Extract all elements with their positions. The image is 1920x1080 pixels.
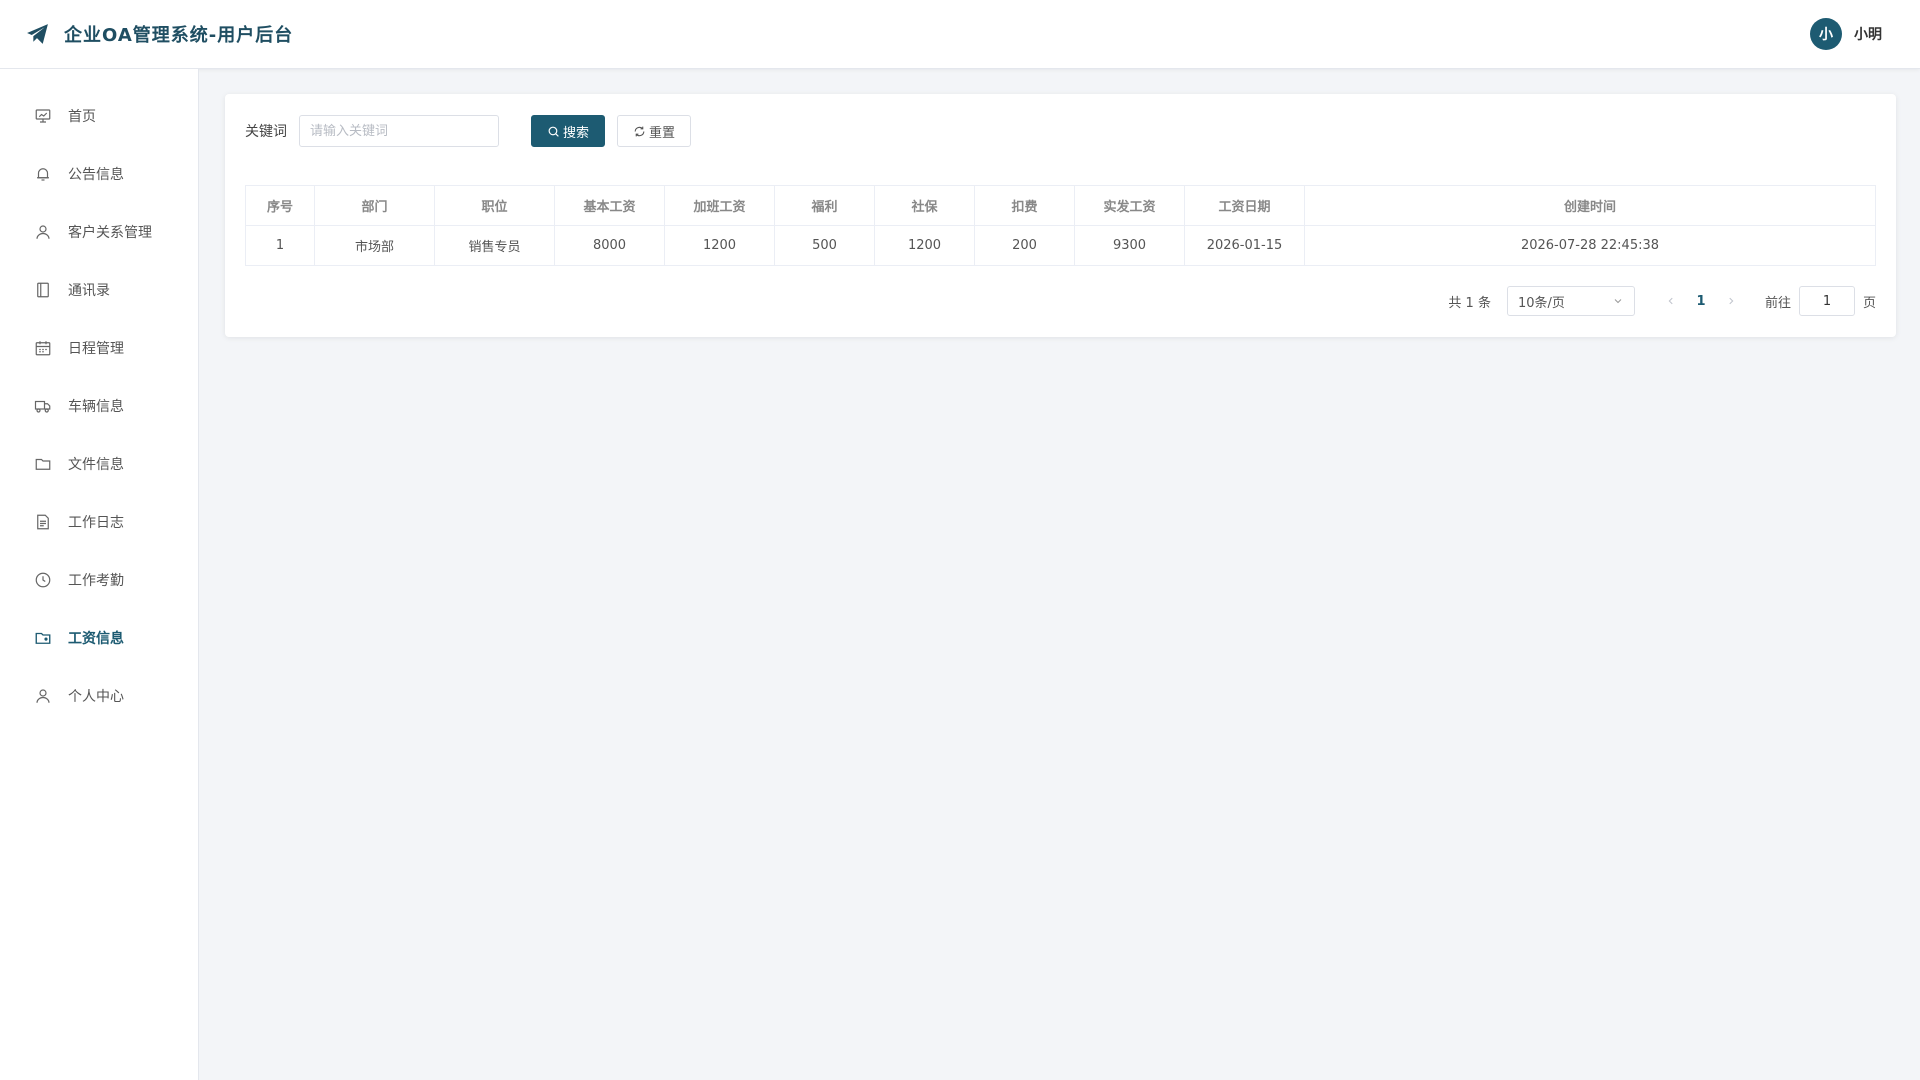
sidebar-item-label: 工作考勤	[68, 573, 124, 589]
column-header: 部门	[314, 185, 435, 226]
sidebar-item-contacts[interactable]: 通讯录	[0, 261, 198, 319]
sidebar-item-label: 通讯录	[68, 283, 110, 299]
folder-icon	[34, 455, 52, 473]
reset-button-label: 重置	[648, 125, 675, 141]
column-header: 加班工资	[664, 185, 775, 226]
sidebar-item-notice[interactable]: 公告信息	[0, 145, 198, 203]
sidebar-item-label: 工资信息	[68, 631, 124, 647]
search-button[interactable]: 搜索	[531, 115, 605, 147]
search-button-label: 搜索	[562, 125, 589, 141]
table-cell: 销售专员	[434, 225, 555, 266]
salary-table-wrapper: 序号 部门 职位 基本工资 加班工资 福利 社保 扣费 实发工资 工资日期 创建…	[245, 185, 1876, 266]
salary-table: 序号 部门 职位 基本工资 加班工资 福利 社保 扣费 实发工资 工资日期 创建…	[245, 185, 1876, 266]
goto-label: 前往	[1764, 295, 1791, 311]
column-header: 职位	[434, 185, 555, 226]
sidebar-item-salary[interactable]: 工资信息	[0, 609, 198, 667]
paper-plane-icon	[25, 22, 50, 47]
column-header: 创建时间	[1304, 185, 1876, 226]
table-cell: 8000	[554, 225, 665, 266]
table-cell: 500	[774, 225, 875, 266]
page-size-value: 10条/页	[1517, 295, 1565, 311]
sidebar-item-label: 车辆信息	[68, 399, 124, 415]
table-cell: 市场部	[314, 225, 435, 266]
sidebar-item-label: 日程管理	[68, 341, 124, 357]
notebook-icon	[34, 281, 52, 299]
avatar[interactable]: 小	[1810, 18, 1842, 50]
table-cell: 1	[245, 225, 315, 266]
table-cell: 2026-01-15	[1184, 225, 1305, 266]
reset-button[interactable]: 重置	[617, 115, 691, 147]
table-header-row: 序号 部门 职位 基本工资 加班工资 福利 社保 扣费 实发工资 工资日期 创建…	[245, 185, 1876, 226]
sidebar: 首页 公告信息 客户关系管理 通讯录 日程管理 车辆信息 文件信息 工作日志 工…	[0, 69, 199, 1080]
chevron-down-icon	[1612, 295, 1624, 307]
sidebar-menu: 首页 公告信息 客户关系管理 通讯录 日程管理 车辆信息 文件信息 工作日志 工…	[0, 69, 198, 725]
sidebar-item-label: 客户关系管理	[68, 225, 152, 241]
column-header: 工资日期	[1184, 185, 1305, 226]
user-icon	[34, 223, 52, 241]
goto-page-input[interactable]	[1798, 286, 1855, 316]
search-input[interactable]	[299, 115, 499, 147]
next-page-button[interactable]	[1717, 287, 1745, 315]
table-cell: 2026-07-28 22:45:38	[1304, 225, 1876, 266]
sidebar-item-attendance[interactable]: 工作考勤	[0, 551, 198, 609]
goto-page: 前往 页	[1765, 286, 1876, 316]
page-number-current[interactable]: 1	[1685, 294, 1717, 309]
pagination: 共 1 条 10条/页 1 前往 页	[1448, 286, 1876, 316]
sidebar-item-profile[interactable]: 个人中心	[0, 667, 198, 725]
table-row[interactable]: 1 市场部 销售专员 8000 1200 500 1200 200 9300 2…	[245, 225, 1876, 266]
user-menu[interactable]: 小 小明	[1810, 18, 1882, 50]
sidebar-item-label: 公告信息	[68, 167, 124, 183]
chevron-left-icon	[1668, 297, 1673, 305]
sidebar-item-crm[interactable]: 客户关系管理	[0, 203, 198, 261]
sidebar-item-schedule[interactable]: 日程管理	[0, 319, 198, 377]
sidebar-item-home[interactable]: 首页	[0, 87, 198, 145]
table-cell: 1200	[664, 225, 775, 266]
user-icon	[34, 687, 52, 705]
sidebar-item-label: 首页	[68, 109, 96, 125]
bell-icon	[34, 165, 52, 183]
sidebar-item-worklog[interactable]: 工作日志	[0, 493, 198, 551]
calendar-icon	[34, 339, 52, 357]
sidebar-item-files[interactable]: 文件信息	[0, 435, 198, 493]
column-header: 扣费	[974, 185, 1075, 226]
clock-icon	[34, 571, 52, 589]
column-header: 实发工资	[1074, 185, 1185, 226]
column-header: 社保	[874, 185, 975, 226]
column-header: 序号	[245, 185, 315, 226]
brand: 企业OA管理系统-用户后台	[25, 21, 293, 47]
document-icon	[34, 513, 52, 531]
sidebar-item-label: 文件信息	[68, 457, 124, 473]
goto-suffix: 页	[1862, 295, 1876, 311]
top-header: 企业OA管理系统-用户后台 小 小明	[0, 0, 1920, 69]
table-cell: 200	[974, 225, 1075, 266]
search-icon	[547, 125, 560, 138]
username[interactable]: 小明	[1854, 24, 1882, 44]
column-header: 基本工资	[554, 185, 665, 226]
app-title: 企业OA管理系统-用户后台	[64, 25, 294, 46]
salary-card: 关键词 搜索 重置 序号 部门 职位	[225, 94, 1896, 337]
table-cell: 1200	[874, 225, 975, 266]
chevron-right-icon	[1729, 297, 1734, 305]
search-label: 关键词	[245, 124, 287, 140]
wallet-folder-icon	[34, 629, 52, 647]
column-header: 福利	[774, 185, 875, 226]
sidebar-item-label: 工作日志	[68, 515, 124, 531]
truck-icon	[34, 397, 52, 415]
sidebar-item-vehicles[interactable]: 车辆信息	[0, 377, 198, 435]
chart-board-icon	[34, 107, 52, 125]
prev-page-button[interactable]	[1657, 287, 1685, 315]
sidebar-item-label: 个人中心	[68, 689, 124, 705]
refresh-icon	[633, 125, 646, 138]
search-bar: 关键词 搜索 重置	[245, 115, 691, 147]
page-size-select[interactable]: 10条/页	[1506, 286, 1635, 316]
table-cell: 9300	[1074, 225, 1185, 266]
total-count: 共 1 条	[1448, 295, 1491, 311]
